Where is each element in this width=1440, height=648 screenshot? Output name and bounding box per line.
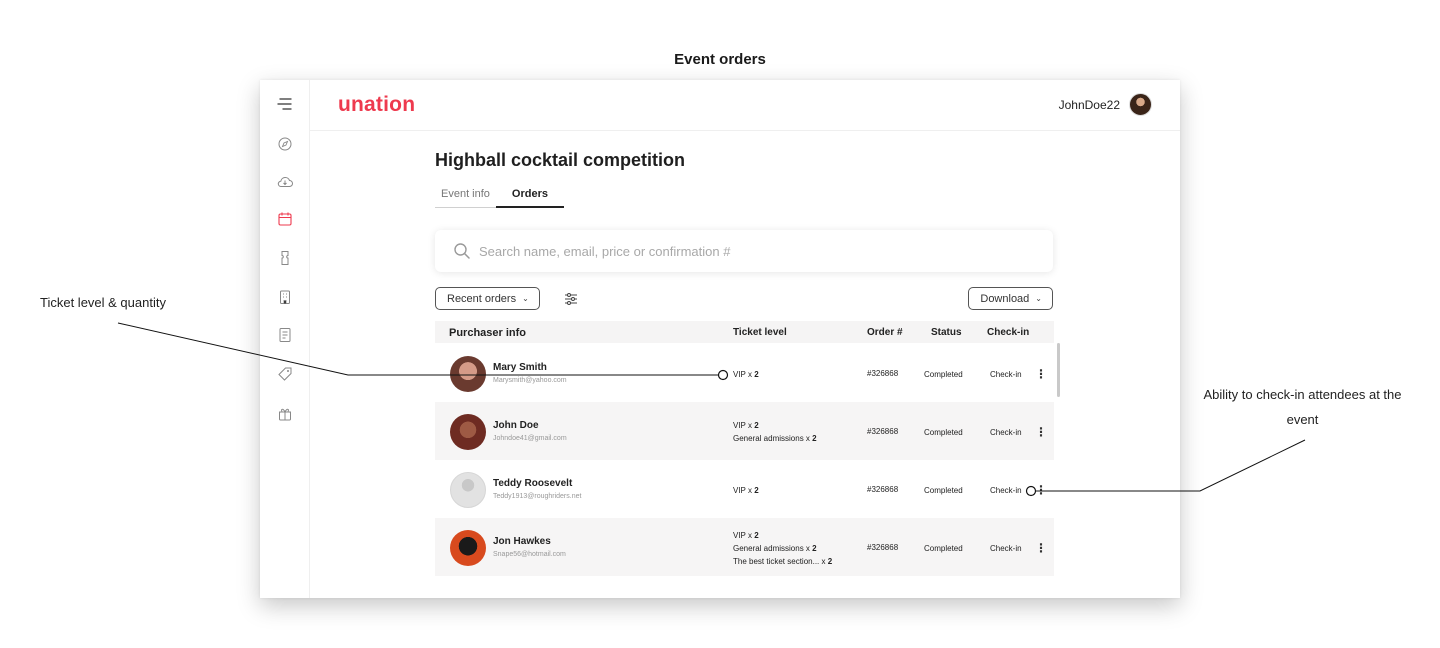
purchaser-name: Mary Smith — [493, 362, 547, 373]
more-options-icon[interactable]: ⋮ — [1035, 426, 1047, 438]
column-header-check-in[interactable]: Check-in — [987, 327, 1029, 338]
search-input[interactable] — [479, 240, 1039, 262]
avatar-placeholder — [450, 472, 486, 508]
ticket-levels: VIP x 2 — [733, 368, 759, 381]
receipt-icon[interactable] — [276, 326, 294, 344]
ticket-line: VIP x 2 — [733, 421, 759, 430]
order-status: Completed — [924, 428, 963, 437]
top-bar: unation JohnDoe22 — [310, 80, 1180, 131]
calendar-icon[interactable] — [276, 210, 294, 228]
ticket-levels: VIP x 2 General admissions x 2 The best … — [733, 529, 832, 568]
order-number: #326868 — [867, 485, 899, 494]
check-in-button[interactable]: Check-in — [990, 486, 1022, 495]
order-status: Completed — [924, 370, 963, 379]
tab-bar: Event info Orders — [435, 188, 564, 208]
ticket-line: VIP x 2 — [733, 370, 759, 379]
order-status: Completed — [924, 486, 963, 495]
purchaser-name: John Doe — [493, 420, 539, 431]
purchaser-email: Johndoe41@gmail.com — [493, 435, 567, 442]
table-header: Purchaser info Ticket level Order # Stat… — [435, 321, 1054, 343]
annotation-ticket-level: Ticket level & quantity — [40, 295, 166, 310]
download-dropdown[interactable]: Download ⌄ — [968, 287, 1053, 310]
search-icon — [454, 243, 470, 259]
compass-icon[interactable] — [276, 135, 294, 153]
cloud-download-icon[interactable] — [276, 173, 294, 191]
more-options-icon[interactable]: ⋮ — [1035, 484, 1047, 496]
check-in-button[interactable]: Check-in — [990, 428, 1022, 437]
order-number: #326868 — [867, 369, 899, 378]
avatar — [450, 414, 486, 450]
purchaser-name: Teddy Roosevelt — [493, 478, 573, 489]
tab-event-info[interactable]: Event info — [435, 188, 496, 207]
filter-sliders-icon[interactable] — [563, 291, 579, 307]
avatar[interactable] — [1129, 93, 1152, 116]
event-title: Highball cocktail competition — [435, 150, 686, 170]
ticket-line: General admissions x 2 — [733, 544, 817, 553]
purchaser-email: Teddy1913@roughriders.net — [493, 493, 582, 500]
column-header-purchaser[interactable]: Purchaser info — [449, 327, 526, 339]
username[interactable]: JohnDoe22 — [1059, 98, 1120, 112]
ticket-line: The best ticket section... x 2 — [733, 557, 833, 566]
purchaser-email: Snape56@hotmail.com — [493, 551, 566, 558]
table-row[interactable]: Teddy Roosevelt Teddy1913@roughriders.ne… — [435, 460, 1054, 518]
purchaser-name: Jon Hawkes — [493, 536, 551, 547]
annotation-check-in: Ability to check-in attendees at the eve… — [1203, 387, 1402, 427]
check-in-button[interactable]: Check-in — [990, 544, 1022, 553]
column-header-order[interactable]: Order # — [867, 327, 903, 338]
order-number: #326868 — [867, 543, 899, 552]
sidebar — [260, 80, 310, 598]
more-options-icon[interactable]: ⋮ — [1035, 368, 1047, 380]
app-window: unation JohnDoe22 Highball cocktail comp… — [260, 80, 1180, 598]
recent-orders-dropdown[interactable]: Recent orders ⌄ — [435, 287, 540, 310]
ticket-line: VIP x 2 — [733, 531, 759, 540]
table-row[interactable]: John Doe Johndoe41@gmail.com VIP x 2 Gen… — [435, 402, 1054, 460]
logo[interactable]: unation — [338, 93, 415, 117]
column-header-status[interactable]: Status — [931, 327, 962, 338]
check-in-button[interactable]: Check-in — [990, 370, 1022, 379]
table-row[interactable]: Jon Hawkes Snape56@hotmail.com VIP x 2 G… — [435, 518, 1054, 576]
chevron-down-icon: ⌄ — [1035, 294, 1042, 303]
column-header-ticket-level[interactable]: Ticket level — [733, 327, 787, 338]
avatar — [450, 356, 486, 392]
more-options-icon[interactable]: ⋮ — [1035, 542, 1047, 554]
ticket-levels: VIP x 2 — [733, 484, 759, 497]
tab-orders[interactable]: Orders — [495, 188, 564, 208]
scrollbar[interactable] — [1057, 343, 1060, 397]
download-label: Download — [980, 292, 1030, 305]
building-icon[interactable] — [276, 288, 294, 306]
ticket-levels: VIP x 2 General admissions x 2 — [733, 419, 817, 445]
avatar — [450, 530, 486, 566]
order-number: #326868 — [867, 427, 899, 436]
search-bar[interactable] — [435, 230, 1053, 272]
stage: Event orders Ticket level & quantity Abi… — [0, 0, 1440, 648]
tag-icon[interactable] — [276, 365, 294, 383]
recent-orders-label: Recent orders — [447, 292, 517, 305]
purchaser-email: Marysmith@yahoo.com — [493, 377, 567, 384]
ticket-icon[interactable] — [276, 249, 294, 267]
ticket-line: General admissions x 2 — [733, 434, 817, 443]
gift-icon[interactable] — [276, 405, 294, 423]
menu-icon[interactable] — [276, 95, 294, 113]
order-status: Completed — [924, 544, 963, 553]
ticket-line: VIP x 2 — [733, 486, 759, 495]
chevron-down-icon: ⌄ — [522, 294, 529, 303]
page-heading: Event orders — [674, 51, 766, 68]
table-row[interactable]: Mary Smith Marysmith@yahoo.com VIP x 2 #… — [435, 344, 1054, 402]
